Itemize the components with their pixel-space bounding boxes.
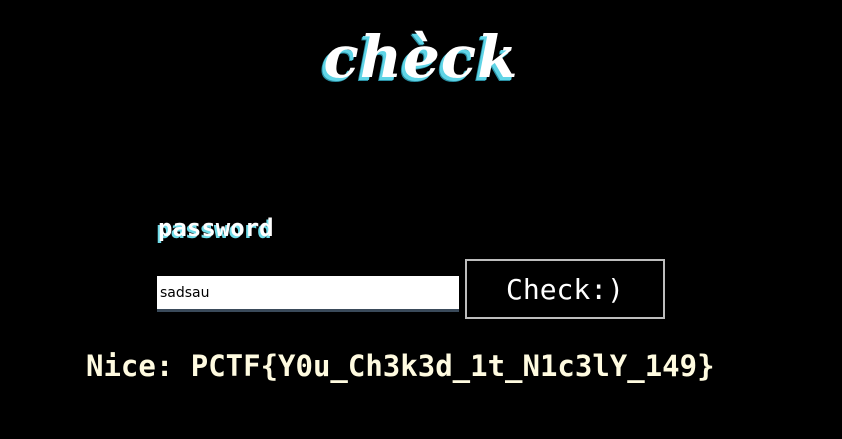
app-logo: chèck xyxy=(323,23,519,91)
password-label: password xyxy=(158,214,274,242)
password-input[interactable] xyxy=(157,276,459,312)
check-button[interactable]: Check:) xyxy=(465,259,665,319)
result-message: Nice: PCTF{Y0u_Ch3k3d_1t_N1c3lY_149} xyxy=(86,349,715,383)
